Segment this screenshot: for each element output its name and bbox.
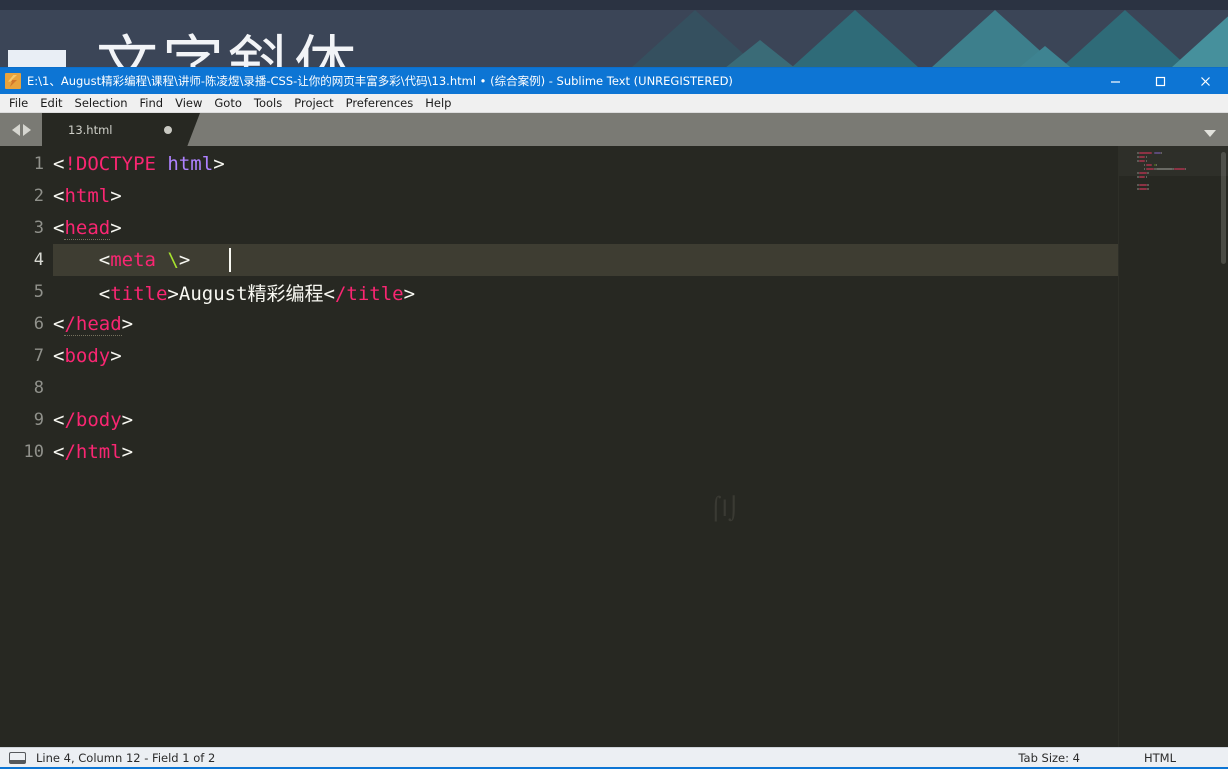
line-number-4: 4 xyxy=(33,250,44,270)
maximize-button[interactable] xyxy=(1138,68,1183,94)
line-number-3: 3 xyxy=(33,218,44,238)
statusbar: Line 4, Column 12 - Field 1 of 2 Tab Siz… xyxy=(0,747,1228,769)
menu-item-preferences[interactable]: Preferences xyxy=(340,95,420,112)
chevron-down-icon[interactable] xyxy=(1204,130,1216,137)
code-text-line-7: <body> xyxy=(53,345,122,367)
tab-label: 13.html xyxy=(68,122,113,137)
code-line-6[interactable]: 6 </head> xyxy=(0,308,1118,340)
minimap-token xyxy=(1138,188,1148,190)
tabbar: 13.html xyxy=(0,113,1228,146)
code-line-9[interactable]: 9 </body> xyxy=(0,404,1118,436)
chevron-left-icon[interactable] xyxy=(11,123,20,136)
minimap-token xyxy=(1138,176,1146,178)
minimap-token xyxy=(1145,156,1148,158)
tab-size-status[interactable]: Tab Size: 4 xyxy=(1018,751,1080,765)
chevron-right-icon[interactable] xyxy=(22,123,31,136)
menu-item-tools[interactable]: Tools xyxy=(248,95,288,112)
minimap-token xyxy=(1145,168,1154,170)
window-titlebar: E:\1、August精彩编程\课程\讲师-陈凌煜\录播-CSS-让你的网页丰富… xyxy=(0,68,1228,94)
minimap-token xyxy=(1154,152,1161,154)
code-text-line-10: </html> xyxy=(53,441,134,463)
line-number-8: 8 xyxy=(33,378,44,398)
code-text-line-4: <meta \> xyxy=(98,249,191,271)
tab-unsaved-indicator[interactable] xyxy=(164,126,172,134)
minimap-token xyxy=(1145,176,1148,178)
minimap-token xyxy=(1145,160,1148,162)
line-number-6: 6 xyxy=(33,314,44,334)
minimap-token xyxy=(1138,156,1146,158)
code-line-5[interactable]: 5 <title>August精彩编程</title> xyxy=(0,276,1118,308)
minimap[interactable] xyxy=(1118,146,1228,747)
menu-item-help[interactable]: Help xyxy=(419,95,457,112)
sublime-text-icon xyxy=(5,73,21,89)
line-number-1: 1 xyxy=(33,154,44,174)
code-text-line-6: </head> xyxy=(53,313,134,336)
sublime-text-window: E:\1、August精彩编程\课程\讲师-陈凌煜\录播-CSS-让你的网页丰富… xyxy=(0,68,1228,769)
line-number-2: 2 xyxy=(33,186,44,206)
menu-item-file[interactable]: File xyxy=(3,95,34,112)
code-line-2[interactable]: 2 <html> xyxy=(0,180,1118,212)
menu-item-view[interactable]: View xyxy=(169,95,208,112)
text-cursor xyxy=(229,248,231,272)
line-number-5: 5 xyxy=(33,282,44,302)
menu-item-find[interactable]: Find xyxy=(134,95,170,112)
menu-item-goto[interactable]: Goto xyxy=(208,95,248,112)
minimap-token xyxy=(1155,168,1173,170)
minimap-token xyxy=(1147,184,1149,186)
minimap-token xyxy=(1138,160,1146,162)
menu-item-selection[interactable]: Selection xyxy=(69,95,134,112)
menu-item-edit[interactable]: Edit xyxy=(34,95,68,112)
minimap-token xyxy=(1147,172,1149,174)
minimap-viewport[interactable] xyxy=(1119,146,1228,176)
menubar: File Edit Selection Find View Goto Tools Projec… xyxy=(0,94,1228,113)
code-text-line-9: </body> xyxy=(53,409,134,431)
mouse-ibeam-cursor: ⌠I⌡ xyxy=(710,497,740,522)
tab-13-html[interactable]: 13.html xyxy=(42,113,200,146)
tab-navigation-arrows[interactable] xyxy=(0,113,42,146)
minimize-button[interactable] xyxy=(1093,68,1138,94)
document-icon xyxy=(9,752,26,764)
code-text-line-3: <head> xyxy=(53,217,122,240)
cursor-position-status: Line 4, Column 12 - Field 1 of 2 xyxy=(36,751,216,765)
code-text-line-5: <title>August精彩编程</title> xyxy=(98,282,416,305)
line-number-9: 9 xyxy=(33,410,44,430)
code-line-3[interactable]: 3 <head> xyxy=(0,212,1118,244)
minimap-scrollbar[interactable] xyxy=(1221,152,1226,264)
code-line-10[interactable]: 10 </html> xyxy=(0,436,1118,468)
minimap-token xyxy=(1174,168,1185,170)
minimap-token xyxy=(1147,188,1149,190)
line-number-10: 10 xyxy=(23,442,44,462)
code-line-7[interactable]: 7 <body> xyxy=(0,340,1118,372)
syntax-status[interactable]: HTML xyxy=(1144,751,1176,765)
menu-item-project[interactable]: Project xyxy=(288,95,339,112)
minimap-token xyxy=(1138,152,1153,154)
window-title: E:\1、August精彩编程\课程\讲师-陈凌煜\录播-CSS-让你的网页丰富… xyxy=(27,74,733,88)
code-line-8[interactable]: 8 xyxy=(0,372,1118,404)
code-line-4[interactable]: 4 <meta \> xyxy=(0,244,1118,276)
slide-top-strip xyxy=(0,0,1228,10)
code-text-line-2: <html> xyxy=(53,185,122,207)
line-number-7: 7 xyxy=(33,346,44,366)
code-line-1[interactable]: 1 <!DOCTYPE html> xyxy=(0,148,1118,180)
code-text-line-1: <!DOCTYPE html> xyxy=(53,153,225,175)
minimap-token xyxy=(1145,164,1153,166)
minimap-token xyxy=(1138,172,1148,174)
close-button[interactable] xyxy=(1183,68,1228,94)
minimap-token xyxy=(1138,184,1148,186)
code-editor[interactable]: 1 <!DOCTYPE html> 2 <html> 3 <head> 4 <meta \>… xyxy=(0,146,1228,747)
